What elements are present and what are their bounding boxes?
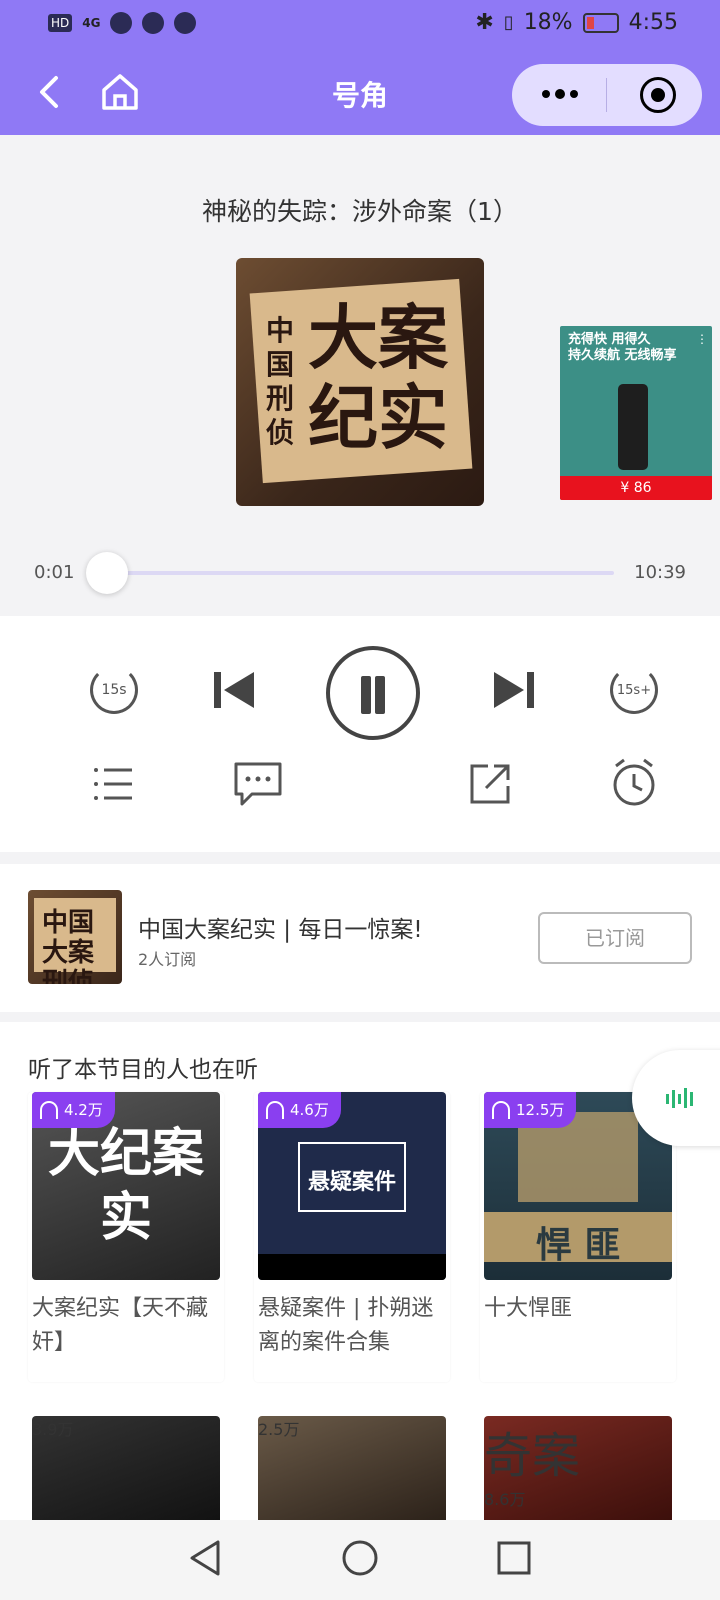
status-bar: HD 4G ✱ ▯ 18% 4:55 xyxy=(0,0,720,48)
comment-icon[interactable] xyxy=(232,760,284,808)
subscribed-button[interactable]: 已订阅 xyxy=(538,912,692,964)
ad-more-icon[interactable]: ⋮ xyxy=(696,332,708,346)
headphones-icon xyxy=(40,1101,58,1119)
cover-text-small: 中国刑侦 xyxy=(266,314,295,449)
share-icon[interactable] xyxy=(466,760,514,808)
recommendation-cover-text: 悬疑案件 xyxy=(307,1170,396,1195)
album-card[interactable]: 中国大案刑侦纪实 中国大案纪实 | 每日一惊案! 2人订阅 已订阅 xyxy=(0,864,720,1012)
bluetooth-icon: ✱ xyxy=(475,10,494,35)
cover-text-big: 大案纪实 xyxy=(308,297,448,459)
rewind-15s-button[interactable]: 15s xyxy=(90,666,138,714)
back-triangle-icon[interactable] xyxy=(186,1538,226,1578)
audio-wave-icon xyxy=(666,1088,693,1108)
headphones-icon xyxy=(266,1101,284,1119)
hd-badge: HD xyxy=(48,14,73,32)
recommendation-cover: 3.9万 xyxy=(32,1416,220,1526)
recommendation-card[interactable]: 悬疑案件 4.6万 悬疑案件 | 扑朔迷离的案件合集 xyxy=(254,1092,450,1382)
recommendation-card[interactable]: 2.5万 xyxy=(254,1416,450,1526)
floating-audio-button[interactable] xyxy=(632,1050,720,1146)
home-circle-icon[interactable] xyxy=(340,1538,380,1578)
battery-icon xyxy=(582,12,619,33)
recommendation-label: 大案纪实【天不藏奸】 xyxy=(32,1296,209,1355)
album-thumbnail[interactable]: 中国大案刑侦纪实 xyxy=(28,890,122,984)
episode-cover: 中国刑侦 大案纪实 xyxy=(236,258,484,506)
album-thumbnail-text: 中国大案刑侦纪实 xyxy=(42,908,95,984)
play-count: 12.5万 xyxy=(516,1101,565,1119)
pause-button[interactable] xyxy=(326,646,420,740)
cover-footer xyxy=(258,1254,446,1280)
top-bar: HD 4G ✱ ▯ 18% 4:55 号角 xyxy=(0,0,720,135)
ad-line1: 充得快 用得久 xyxy=(568,332,651,347)
play-count-badge: 4.6万 xyxy=(258,1092,341,1128)
message-icon xyxy=(174,12,197,34)
next-track-icon[interactable] xyxy=(490,666,538,714)
play-count: 4.2万 xyxy=(64,1101,103,1119)
close-mini-program-icon[interactable] xyxy=(640,77,676,113)
recommendation-cover: 奇案 8.6万 xyxy=(484,1416,672,1526)
ad-card[interactable]: 充得快 用得久 持久续航 无线畅享 ⋮ ¥ 86 xyxy=(560,326,712,500)
play-count-badge: 8.6万 xyxy=(484,1486,672,1510)
ad-text: 充得快 用得久 持久续航 无线畅享 xyxy=(568,332,677,364)
capsule-divider xyxy=(606,78,607,112)
system-nav-bar xyxy=(0,1520,720,1600)
play-count-badge: 4.2万 xyxy=(32,1092,115,1128)
recommendation-card[interactable]: 3.9万 xyxy=(28,1416,224,1526)
recommendation-card[interactable]: 悍 匪 12.5万 十大悍匪 xyxy=(480,1092,676,1382)
playlist-icon[interactable] xyxy=(92,762,136,806)
recommendation-cover: 大纪案实 4.2万 xyxy=(32,1092,220,1280)
play-count-badge: 2.5万 xyxy=(258,1416,446,1440)
recommendation-label: 十大悍匪 xyxy=(484,1296,573,1321)
forward-15s-button[interactable]: 15s+ xyxy=(610,666,658,714)
forward-label: 15s+ xyxy=(616,682,652,698)
recommendation-cover-text: 大纪案实 xyxy=(47,1124,204,1248)
recommendation-cover-text: 奇案 xyxy=(484,1428,581,1484)
recommendation-cover: 悬疑案件 4.6万 xyxy=(258,1092,446,1280)
recommendation-cover-text: 悍 匪 xyxy=(535,1225,621,1266)
total-time: 10:39 xyxy=(634,562,686,583)
nav-bar: 号角 xyxy=(0,60,720,126)
recommendations-title: 听了本节目的人也在听 xyxy=(28,1057,258,1083)
recent-apps-icon[interactable] xyxy=(494,1538,534,1578)
signal-icon: 4G xyxy=(82,16,101,30)
headphones-icon xyxy=(492,1101,510,1119)
current-time: 0:01 xyxy=(34,562,75,583)
play-count: 3.9万 xyxy=(32,1420,74,1439)
wechat-icon xyxy=(110,12,133,34)
ad-product-image xyxy=(618,384,648,470)
mini-program-capsule xyxy=(512,64,702,126)
play-count: 2.5万 xyxy=(258,1420,300,1439)
progress-bar: 0:01 10:39 xyxy=(0,540,720,600)
alarm-timer-icon[interactable] xyxy=(608,756,660,808)
play-count-badge: 3.9万 xyxy=(32,1416,220,1440)
play-count: 8.6万 xyxy=(484,1490,526,1509)
progress-track[interactable] xyxy=(106,571,614,575)
rewind-label: 15s xyxy=(101,682,127,698)
recommendation-cover: 2.5万 xyxy=(258,1416,446,1526)
recommendation-label: 悬疑案件 | 扑朔迷离的案件合集 xyxy=(258,1296,434,1355)
episode-title: 神秘的失踪：涉外命案（1） xyxy=(202,197,518,226)
recommendation-card[interactable]: 大纪案实 4.2万 大案纪实【天不藏奸】 xyxy=(28,1092,224,1382)
play-count-badge: 12.5万 xyxy=(484,1092,577,1128)
recommendation-card[interactable]: 奇案 8.6万 xyxy=(480,1416,676,1526)
browser-icon xyxy=(142,12,165,34)
progress-knob[interactable] xyxy=(86,552,128,594)
battery-percent: 18% xyxy=(523,10,573,35)
more-icon[interactable] xyxy=(540,84,580,104)
clock: 4:55 xyxy=(628,10,678,35)
album-name[interactable]: 中国大案纪实 | 每日一惊案! xyxy=(138,910,423,944)
album-subscribers: 2人订阅 xyxy=(138,950,197,969)
ad-price: ¥ 86 xyxy=(560,476,712,500)
controls-panel: 15s 15s+ xyxy=(0,616,720,852)
play-count: 4.6万 xyxy=(290,1101,329,1119)
recommendations-section: 听了本节目的人也在听 大纪案实 4.2万 大案纪实【天不藏奸】 悬疑案件 4.6… xyxy=(0,1022,720,1526)
vibrate-icon: ▯ xyxy=(503,12,514,33)
previous-track-icon[interactable] xyxy=(210,666,258,714)
ad-line2: 持久续航 无线畅享 xyxy=(568,348,677,363)
